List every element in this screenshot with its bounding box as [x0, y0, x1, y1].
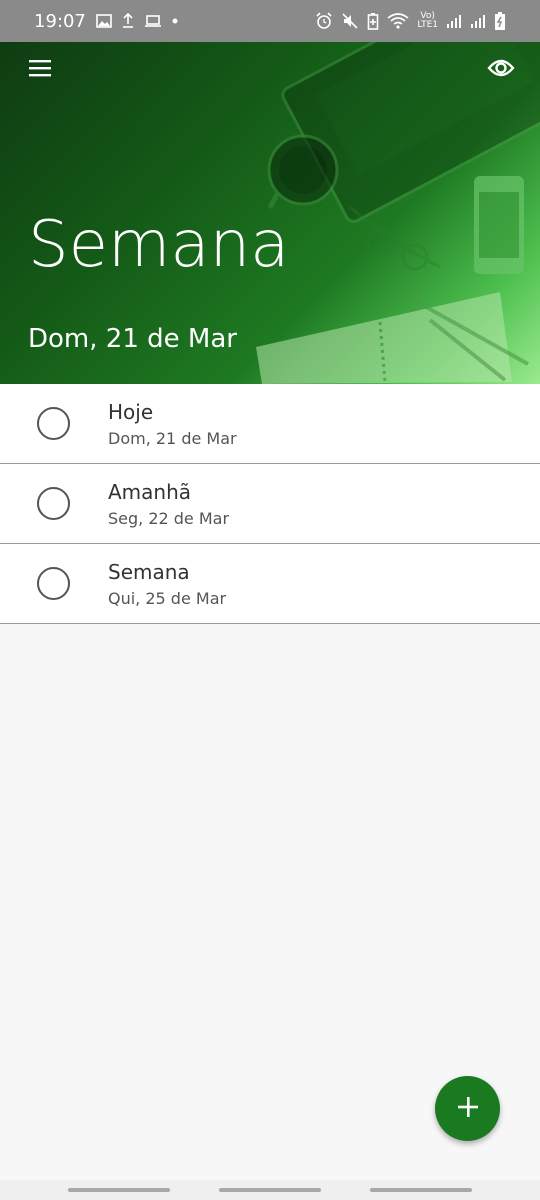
add-button[interactable]: [435, 1076, 500, 1141]
upload-icon: [122, 13, 134, 29]
plus-icon: [456, 1095, 480, 1123]
item-subtitle: Qui, 25 de Mar: [108, 589, 227, 608]
item-title: Amanhã: [108, 480, 192, 504]
status-bar: 19:07 Vo) LTE1: [0, 0, 540, 42]
dot-icon: [172, 18, 178, 24]
mute-icon: [341, 12, 359, 30]
network-type: Vo) LTE1: [417, 12, 438, 30]
item-title: Hoje: [108, 400, 154, 424]
status-right: Vo) LTE1: [315, 11, 506, 31]
nav-recents-button[interactable]: [68, 1188, 170, 1192]
view-toggle-button[interactable]: [484, 54, 518, 86]
system-nav-bar: [0, 1180, 540, 1200]
radio-button[interactable]: [37, 407, 70, 440]
header-banner: Semana Dom, 21 de Mar: [0, 42, 540, 384]
signal-icon: [470, 13, 486, 29]
image-icon: [96, 14, 112, 28]
task-list: Hoje Dom, 21 de Mar Amanhã Seg, 22 de Ma…: [0, 384, 540, 624]
status-left: 19:07: [34, 11, 178, 32]
list-item-semana[interactable]: Semana Qui, 25 de Mar: [0, 544, 540, 624]
radio-button[interactable]: [37, 487, 70, 520]
item-subtitle: Seg, 22 de Mar: [108, 509, 230, 528]
radio-button[interactable]: [37, 567, 70, 600]
list-item-amanha[interactable]: Amanhã Seg, 22 de Mar: [0, 464, 540, 544]
eye-icon: [487, 58, 515, 82]
battery-icon: [494, 11, 506, 31]
nav-home-button[interactable]: [219, 1188, 321, 1192]
item-title: Semana: [108, 560, 190, 584]
battery-saver-icon: [367, 12, 379, 30]
item-subtitle: Dom, 21 de Mar: [108, 429, 237, 448]
laptop-icon: [144, 14, 162, 28]
network-bottom: LTE1: [417, 20, 438, 30]
page-title: Semana: [28, 208, 290, 282]
status-time: 19:07: [34, 10, 86, 32]
signal-icon: [446, 13, 462, 29]
alarm-icon: [315, 12, 333, 30]
header-date: Dom, 21 de Mar: [28, 324, 237, 354]
menu-icon: [28, 58, 52, 82]
menu-button[interactable]: [24, 54, 56, 86]
nav-back-button[interactable]: [370, 1188, 472, 1192]
wifi-icon: [387, 13, 409, 29]
list-item-hoje[interactable]: Hoje Dom, 21 de Mar: [0, 384, 540, 464]
